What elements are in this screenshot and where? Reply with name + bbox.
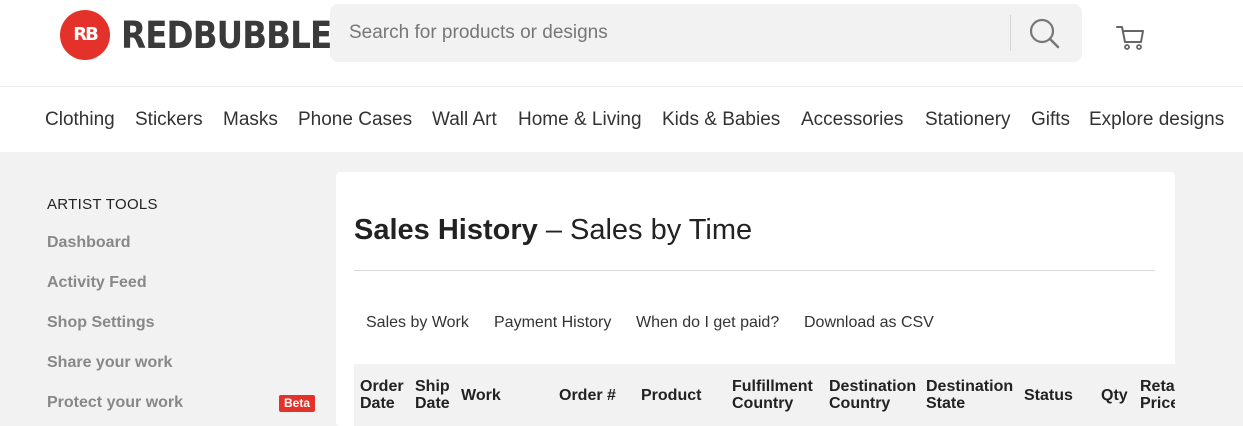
- category-nav: Clothing Stickers Masks Phone Cases Wall…: [0, 86, 1243, 152]
- column-header-destination-state[interactable]: Destination State: [926, 364, 1013, 426]
- page-title: Sales History – Sales by Time: [354, 214, 753, 246]
- site-header: RB REDBUBBLE: [0, 0, 1243, 86]
- search-divider: [1010, 15, 1011, 51]
- beta-badge: Beta: [279, 395, 315, 412]
- nav-item-home-living[interactable]: Home & Living: [518, 87, 642, 153]
- cart-icon[interactable]: [1112, 18, 1148, 54]
- nav-item-masks[interactable]: Masks: [223, 87, 278, 153]
- nav-item-wall-art[interactable]: Wall Art: [432, 87, 497, 153]
- nav-item-gifts[interactable]: Gifts: [1031, 87, 1070, 153]
- redbubble-logo[interactable]: RB REDBUBBLE: [60, 9, 360, 61]
- sidebar-item-dashboard[interactable]: Dashboard: [47, 234, 131, 252]
- sales-table-header: Order Date Ship Date Work Order # Product …: [354, 364, 1175, 426]
- column-header-work[interactable]: Work: [461, 364, 501, 426]
- column-header-status[interactable]: Status: [1024, 364, 1073, 426]
- search-input[interactable]: [330, 4, 1010, 62]
- search-bar: [330, 4, 1082, 62]
- column-header-retail-price[interactable]: RetailPrice: [1140, 364, 1175, 426]
- nav-item-stickers[interactable]: Stickers: [135, 87, 203, 153]
- column-header-qty[interactable]: Qty: [1101, 364, 1128, 426]
- sidebar-item-share-your-work[interactable]: Share your work: [47, 354, 172, 372]
- nav-item-stationery[interactable]: Stationery: [925, 87, 1011, 153]
- logo-text: REDBUBBLE: [121, 13, 332, 57]
- column-header-fulfillment-country[interactable]: Fulfillment Country: [732, 364, 813, 426]
- sidebar-item-protect-your-work[interactable]: Protect your work: [47, 394, 183, 412]
- logo-mark: RB: [60, 10, 110, 60]
- column-header-ship-date[interactable]: Ship Date: [415, 364, 450, 426]
- tab-download-csv[interactable]: Download as CSV: [804, 314, 934, 332]
- column-header-product[interactable]: Product: [641, 364, 701, 426]
- tab-sales-by-work[interactable]: Sales by Work: [366, 314, 469, 332]
- tab-payment-history[interactable]: Payment History: [494, 314, 611, 332]
- nav-item-explore-designs[interactable]: Explore designs: [1089, 87, 1224, 153]
- nav-item-accessories[interactable]: Accessories: [801, 87, 903, 153]
- sidebar-item-activity-feed[interactable]: Activity Feed: [47, 274, 147, 292]
- column-header-order-date[interactable]: Order Date: [360, 364, 404, 426]
- nav-item-kids-babies[interactable]: Kids & Babies: [662, 87, 780, 153]
- sales-history-card: Sales History – Sales by Time Sales by W…: [336, 172, 1175, 426]
- sidebar-item-shop-settings[interactable]: Shop Settings: [47, 314, 155, 332]
- nav-item-clothing[interactable]: Clothing: [45, 87, 115, 153]
- sidebar-title: ARTIST TOOLS: [47, 196, 158, 213]
- column-header-destination-country[interactable]: Destination Country: [829, 364, 916, 426]
- nav-item-phone-cases[interactable]: Phone Cases: [298, 87, 412, 153]
- column-header-order-number[interactable]: Order #: [559, 364, 616, 426]
- title-divider: [354, 270, 1155, 271]
- search-icon[interactable]: [1025, 14, 1065, 52]
- tab-when-do-i-get-paid[interactable]: When do I get paid?: [636, 314, 779, 332]
